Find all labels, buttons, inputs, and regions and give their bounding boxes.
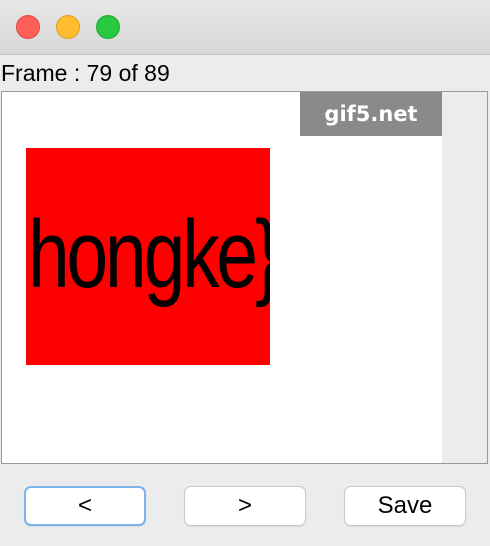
image-viewer-panel: gif5.net hongke} [1,91,488,464]
previous-frame-button[interactable]: < [24,486,146,526]
frame-counter-label: Frame : 79 of 89 [1,60,170,86]
gif-viewer-window: Frame : 79 of 89 gif5.net hongke} < > Sa… [0,0,490,546]
close-window-button[interactable] [16,15,40,39]
maximize-window-button[interactable] [96,15,120,39]
minimize-window-button[interactable] [56,15,80,39]
save-button[interactable]: Save [344,486,466,526]
gif-frame-image: hongke} [26,148,270,365]
gif-frame-text: hongke} [28,201,270,308]
watermark-badge: gif5.net [300,92,442,136]
vertical-scrollbar[interactable] [442,92,487,463]
next-frame-button[interactable]: > [184,486,306,526]
title-bar[interactable] [0,0,490,55]
